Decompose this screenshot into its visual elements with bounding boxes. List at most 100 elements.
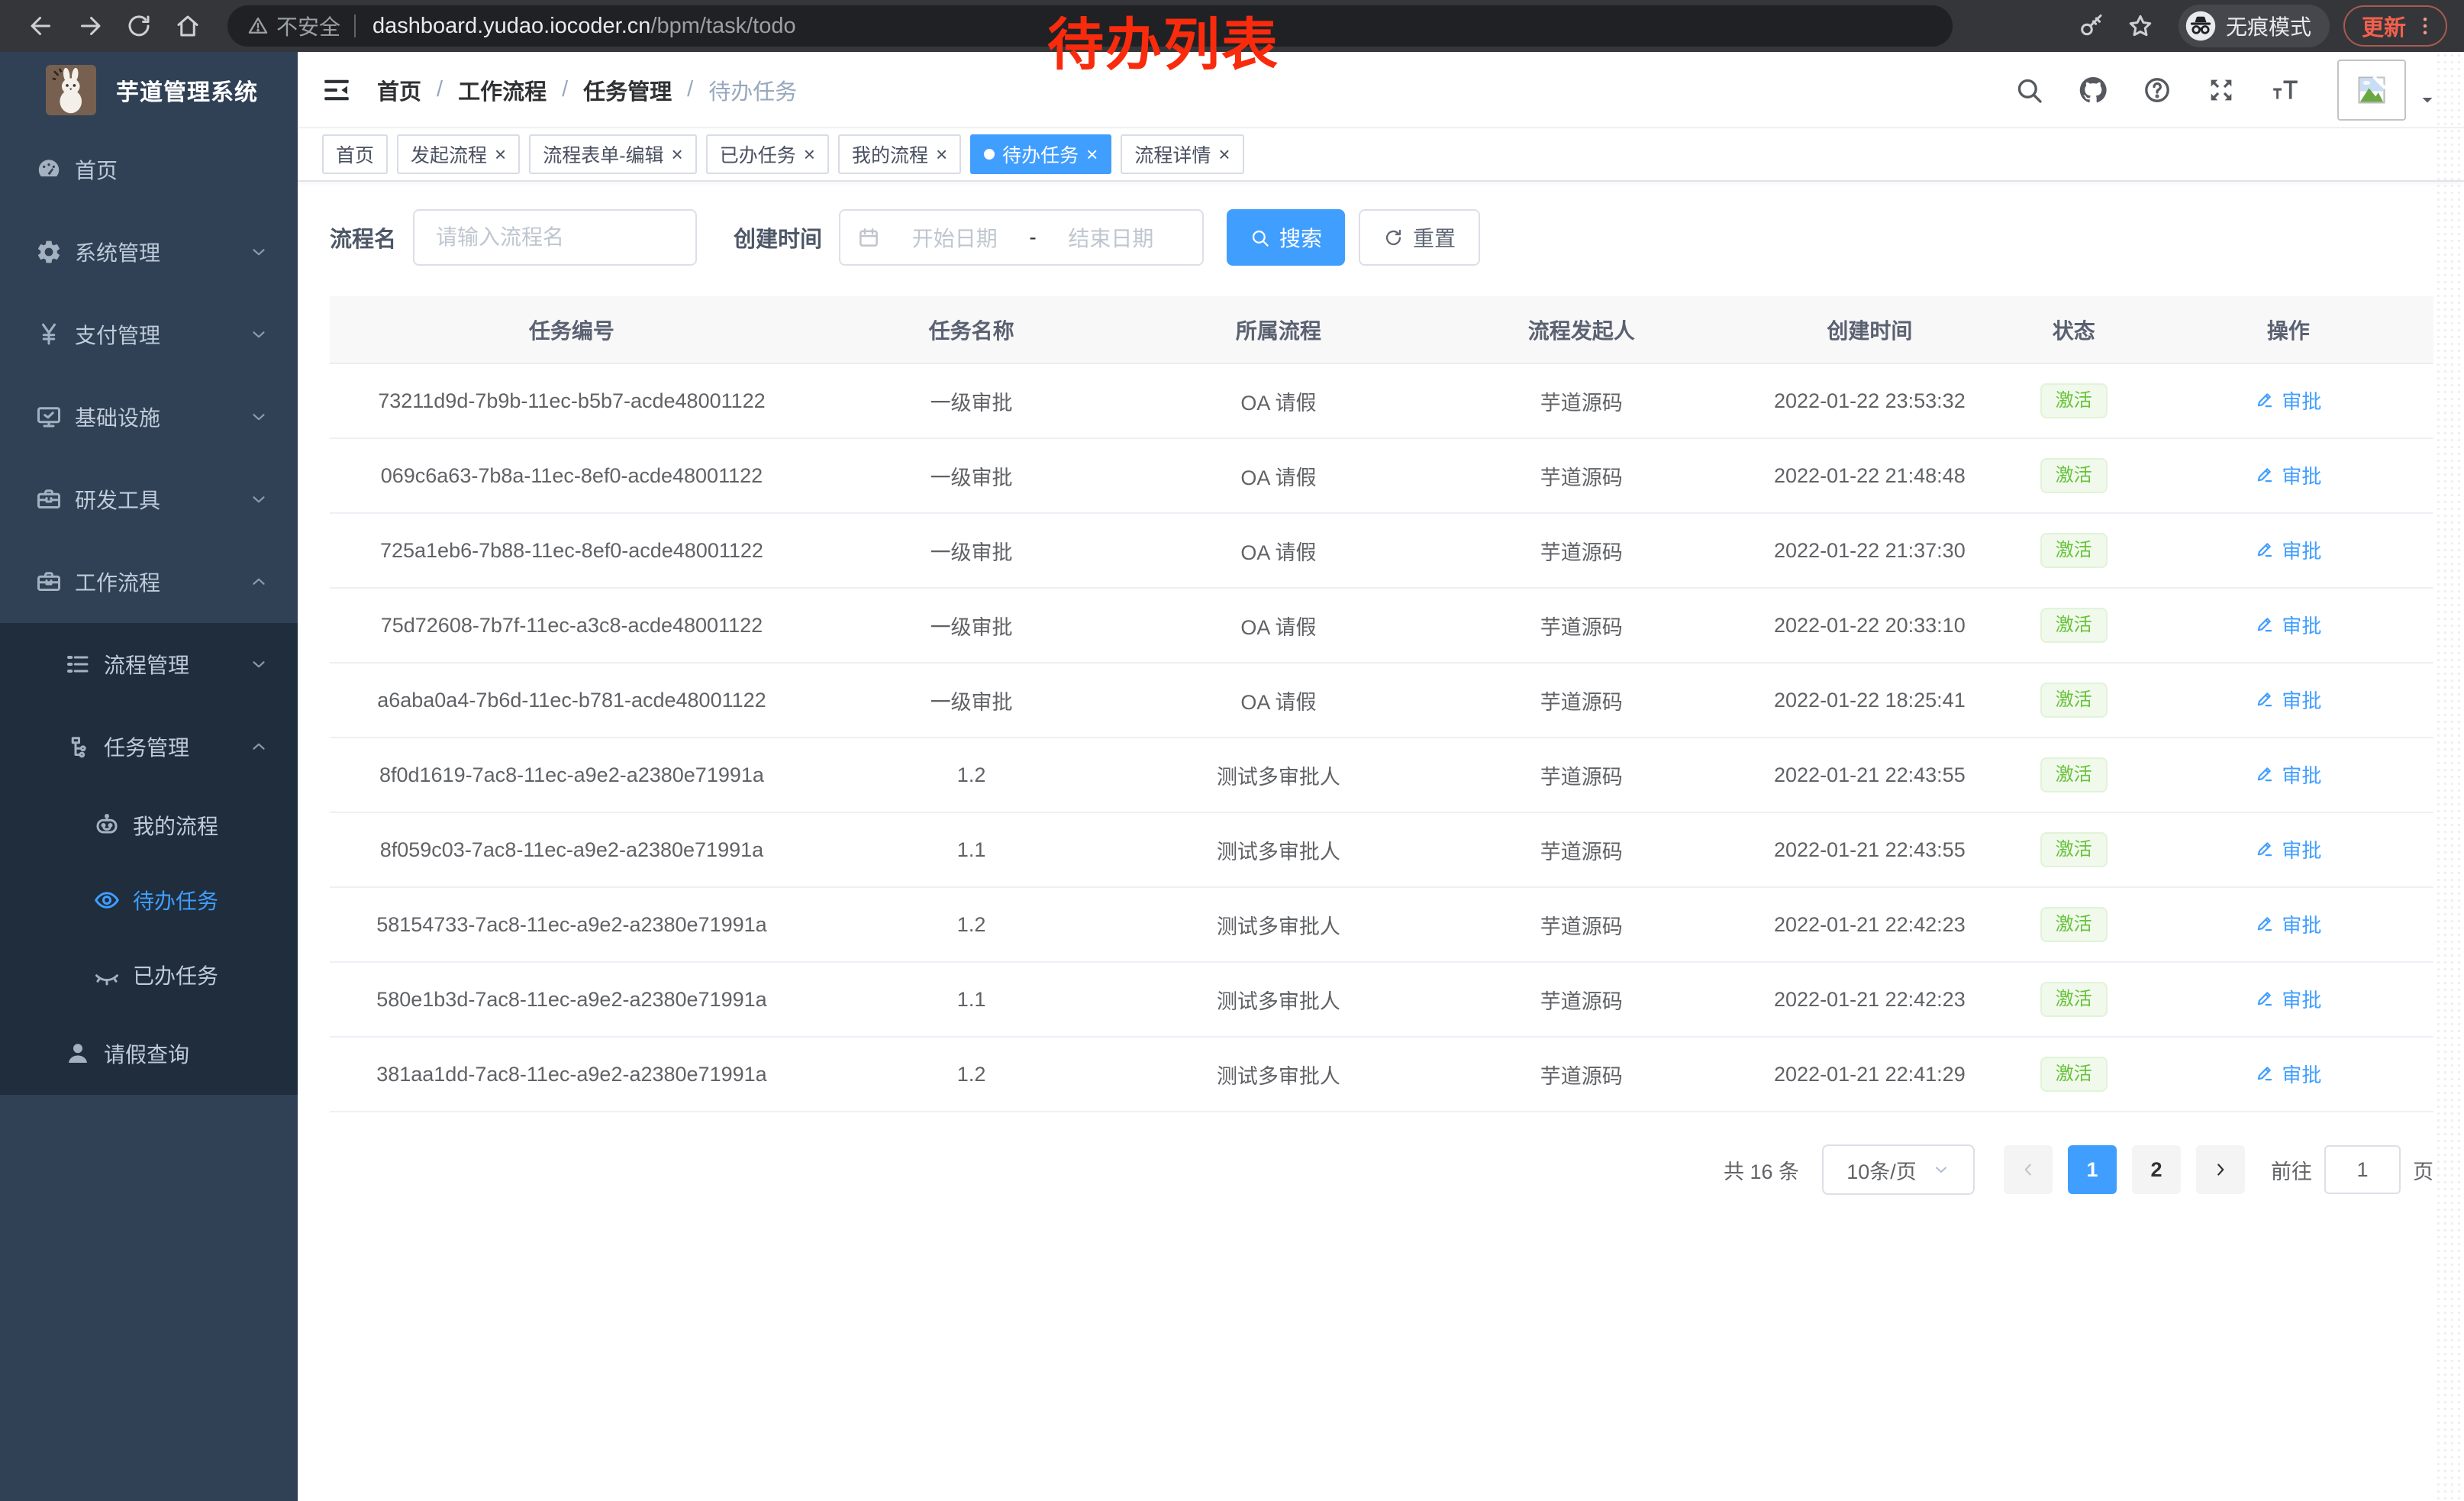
prev-page-button[interactable]: [2004, 1145, 2053, 1194]
caret-down-icon[interactable]: [2418, 91, 2437, 109]
github-icon[interactable]: [2078, 75, 2108, 105]
dashboard-icon: [35, 156, 63, 183]
reset-button[interactable]: 重置: [1359, 209, 1480, 266]
status-badge: 激活: [2040, 982, 2108, 1018]
approve-link[interactable]: 审批: [2255, 1060, 2321, 1088]
cell-created: 2022-01-21 22:42:23: [1735, 887, 2004, 962]
data-table: 任务编号任务名称所属流程流程发起人创建时间状态操作 73211d9d-7b9b-…: [330, 296, 2433, 1112]
browser-menu-icon[interactable]: [2414, 15, 2437, 37]
approve-link[interactable]: 审批: [2255, 386, 2321, 415]
breadcrumb-item[interactable]: 首页: [377, 74, 421, 106]
page-button-1[interactable]: 1: [2068, 1145, 2117, 1194]
goto-page-input[interactable]: [2324, 1145, 2401, 1194]
approve-link[interactable]: 审批: [2255, 611, 2321, 639]
tab-process-detail[interactable]: 流程详情 ×: [1121, 134, 1243, 174]
cell-process: 测试多审批人: [1129, 812, 1427, 887]
briefcase-icon: [35, 568, 63, 596]
close-icon[interactable]: ×: [804, 144, 815, 164]
table-header-row: 任务编号任务名称所属流程流程发起人创建时间状态操作: [330, 296, 2433, 363]
date-range-picker[interactable]: 开始日期 - 结束日期: [839, 209, 1204, 266]
approve-link[interactable]: 审批: [2255, 985, 2321, 1013]
edit-icon: [2255, 914, 2275, 934]
status-badge: 激活: [2040, 1057, 2108, 1093]
page-size-select[interactable]: 10条/页: [1822, 1144, 1975, 1195]
table-row: 58154733-7ac8-11ec-a9e2-a2380e71991a 1.2…: [330, 887, 2433, 962]
sidebar-item-done-task[interactable]: 已办任务: [0, 938, 298, 1012]
browser-back-icon[interactable]: [27, 12, 55, 40]
tab-start-process[interactable]: 发起流程 ×: [397, 134, 520, 174]
sidebar-item-leave-query[interactable]: 请假查询: [0, 1012, 298, 1095]
tab-done-task[interactable]: 已办任务 ×: [706, 134, 829, 174]
approve-link[interactable]: 审批: [2255, 536, 2321, 564]
close-icon[interactable]: ×: [495, 144, 506, 164]
bookmark-star-icon[interactable]: [2127, 12, 2154, 40]
create-time-label: 创建时间: [734, 221, 822, 253]
sidebar-item-infrastructure[interactable]: 基础设施: [0, 376, 298, 458]
close-icon[interactable]: ×: [936, 144, 947, 164]
user-icon: [64, 1040, 92, 1067]
next-page-button[interactable]: [2196, 1145, 2245, 1194]
tab-my-process[interactable]: 我的流程 ×: [838, 134, 961, 174]
close-icon[interactable]: ×: [672, 144, 683, 164]
breadcrumb-item[interactable]: 任务管理: [583, 74, 672, 106]
key-icon[interactable]: [2078, 12, 2105, 40]
cell-created: 2022-01-22 21:37:30: [1735, 513, 2004, 588]
chevron-icon: [249, 572, 269, 592]
cell-process: 测试多审批人: [1129, 738, 1427, 812]
edit-icon: [2255, 390, 2275, 410]
column-header: 创建时间: [1735, 296, 2004, 363]
approve-link[interactable]: 审批: [2255, 461, 2321, 489]
sidebar-toggle-icon[interactable]: [321, 74, 353, 106]
sidebar-item-payment-management[interactable]: 支付管理: [0, 293, 298, 376]
edit-icon: [2255, 989, 2275, 1009]
breadcrumb: 首页/工作流程/任务管理/待办任务: [377, 74, 797, 106]
total-count: 共 16 条: [1724, 1155, 1799, 1185]
sidebar-item-home[interactable]: 首页: [0, 128, 298, 211]
font-size-icon[interactable]: [2270, 75, 2301, 105]
cell-process: OA 请假: [1129, 513, 1427, 588]
tab-form-edit[interactable]: 流程表单-编辑 ×: [529, 134, 697, 174]
breadcrumb-item[interactable]: 工作流程: [458, 74, 547, 106]
sidebar: 芋道管理系统 首页 系统管理 支付管理 基础设施 研发工具 工作流程 流程管理 …: [0, 52, 298, 1501]
browser-forward-icon[interactable]: [76, 12, 104, 40]
robot-icon: [93, 812, 121, 839]
approve-link[interactable]: 审批: [2255, 835, 2321, 863]
chevron-icon: [249, 324, 269, 344]
address-bar[interactable]: 不安全 dashboard.yudao.iocoder.cn/bpm/task/…: [227, 5, 1953, 47]
browser-update-button[interactable]: 更新: [2343, 5, 2447, 47]
table-row: 8f0d1619-7ac8-11ec-a9e2-a2380e71991a 1.2…: [330, 738, 2433, 812]
status-badge: 激活: [2040, 907, 2108, 943]
help-icon[interactable]: [2142, 75, 2172, 105]
tab-home[interactable]: 首页: [322, 134, 388, 174]
sidebar-item-process-management[interactable]: 流程管理: [0, 623, 298, 705]
sidebar-item-task-management[interactable]: 任务管理: [0, 705, 298, 788]
avatar[interactable]: [2337, 60, 2406, 121]
fullscreen-icon[interactable]: [2206, 75, 2237, 105]
sidebar-item-todo-task[interactable]: 待办任务: [0, 863, 298, 938]
sidebar-item-dev-tools[interactable]: 研发工具: [0, 458, 298, 541]
sidebar-item-workflow[interactable]: 工作流程: [0, 541, 298, 623]
browser-home-icon[interactable]: [174, 12, 202, 40]
process-name-input[interactable]: [413, 209, 697, 266]
table-row: 73211d9d-7b9b-11ec-b5b7-acde48001122 一级审…: [330, 363, 2433, 438]
status-badge: 激活: [2040, 383, 2108, 419]
search-button[interactable]: 搜索: [1227, 209, 1345, 266]
approve-link[interactable]: 审批: [2255, 760, 2321, 789]
close-icon[interactable]: ×: [1218, 144, 1230, 164]
tab-todo-task[interactable]: 待办任务 ×: [970, 134, 1111, 174]
search-icon[interactable]: [2014, 75, 2044, 105]
chevron-icon: [249, 407, 269, 427]
sidebar-item-system-management[interactable]: 系统管理: [0, 211, 298, 293]
cell-initiator: 芋道源码: [1428, 438, 1735, 513]
chevron-icon: [249, 242, 269, 262]
cell-process: OA 请假: [1129, 588, 1427, 663]
sidebar-item-my-process[interactable]: 我的流程: [0, 788, 298, 863]
refresh-icon: [1383, 228, 1404, 248]
approve-link[interactable]: 审批: [2255, 686, 2321, 714]
page-button-2[interactable]: 2: [2132, 1145, 2181, 1194]
approve-link[interactable]: 审批: [2255, 910, 2321, 938]
app-logo[interactable]: 芋道管理系统: [0, 52, 298, 128]
range-separator: -: [1029, 225, 1036, 250]
close-icon[interactable]: ×: [1086, 144, 1098, 164]
browser-reload-icon[interactable]: [125, 12, 153, 40]
